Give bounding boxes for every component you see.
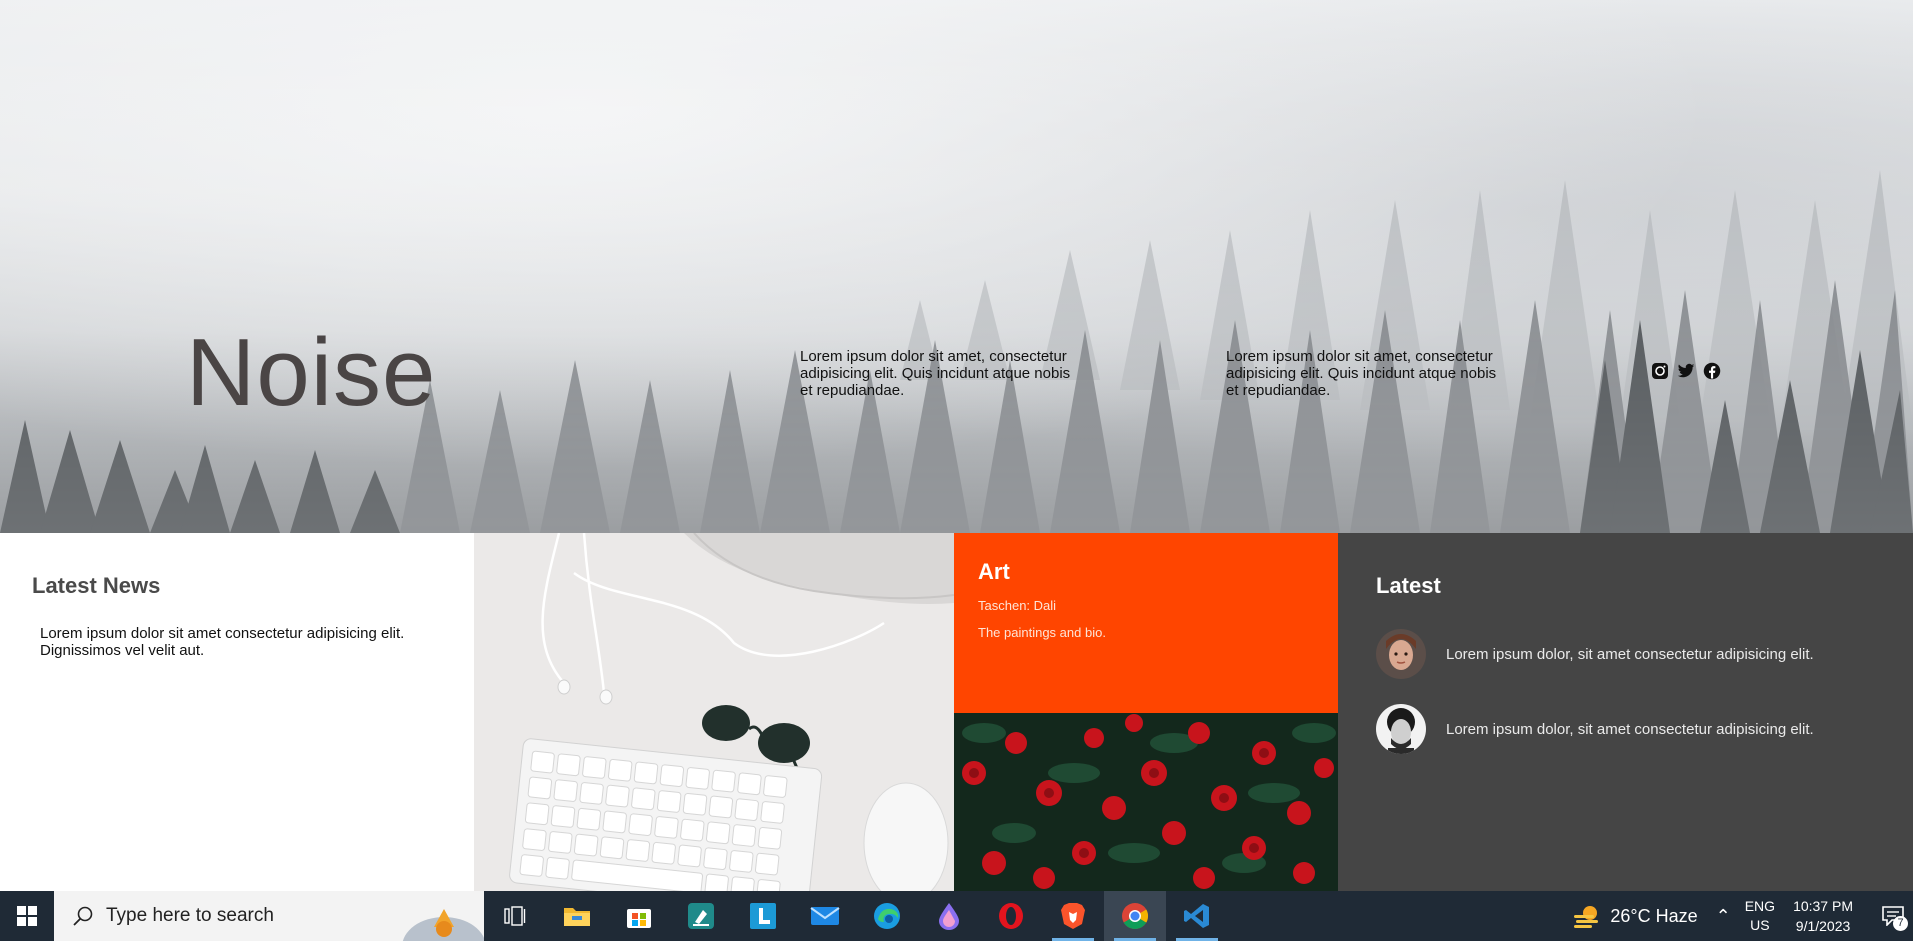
weather-text: 26°C Haze	[1610, 905, 1698, 926]
hero-text-2: Lorem ipsum dolor sit amet, consectetur …	[1226, 348, 1497, 399]
edge-icon	[874, 903, 900, 929]
taskbar-clock[interactable]: 10:37 PM 9/1/2023	[1793, 896, 1853, 936]
store-icon	[627, 909, 651, 928]
task-view-button[interactable]	[484, 891, 546, 941]
art-heading: Art	[978, 559, 1010, 584]
notification-badge: 7	[1893, 916, 1908, 931]
latest-item-text: Lorem ipsum dolor, sit amet consectetur …	[1446, 720, 1814, 738]
instagram-icon[interactable]	[1651, 362, 1669, 380]
clock-time: 10:37 PM	[1793, 898, 1853, 914]
haze-weather-icon	[1574, 906, 1599, 928]
desk-photo	[474, 533, 954, 891]
brave-button[interactable]	[1042, 891, 1104, 941]
latest-panel: Latest Lorem ipsum dolor, sit amet conse…	[1338, 533, 1913, 891]
art-meta: Taschen: Dali	[978, 598, 1057, 613]
avatar	[1376, 629, 1426, 679]
art-panel: Art Taschen: Dali The paintings and bio.	[954, 533, 1338, 713]
avatar	[1376, 704, 1426, 754]
chrome-icon	[1122, 903, 1149, 930]
mail-button[interactable]	[794, 891, 856, 941]
latest-item[interactable]: Lorem ipsum dolor, sit amet consectetur …	[1376, 704, 1814, 754]
opera-icon	[999, 903, 1023, 929]
app-button[interactable]	[670, 891, 732, 941]
search-icon	[73, 906, 93, 926]
file-explorer-button[interactable]	[546, 891, 608, 941]
paint-icon	[939, 903, 959, 930]
hero-text-1: Lorem ipsum dolor sit amet, consectetur …	[800, 348, 1071, 399]
roses-photo	[954, 713, 1338, 891]
forest-background-image	[0, 0, 1913, 533]
chrome-button[interactable]	[1104, 891, 1166, 941]
search-highlight-icon	[402, 909, 484, 941]
file-explorer-icon	[564, 908, 590, 926]
system-tray: 26°C Haze ⌃ ENG US 10:37 PM 9/1/2023 7	[1572, 891, 1913, 941]
windows-taskbar: Type here to search 26°C Haze ⌃ ENG US 1…	[0, 891, 1913, 941]
latest-item[interactable]: Lorem ipsum dolor, sit amet consectetur …	[1376, 629, 1814, 679]
latest-news-heading: Latest News	[32, 573, 161, 598]
vscode-icon	[1184, 904, 1209, 928]
l-app-icon	[750, 903, 776, 929]
hero-section: Noise Lorem ipsum dolor sit amet, consec…	[0, 0, 1913, 533]
site-title: Noise	[186, 319, 437, 426]
latest-news-panel: Latest News Lorem ipsum dolor sit amet c…	[0, 533, 474, 891]
facebook-icon[interactable]	[1703, 362, 1721, 380]
social-links	[1651, 362, 1721, 380]
l-app-button[interactable]	[732, 891, 794, 941]
brave-icon	[1061, 903, 1085, 929]
windows-logo-icon	[17, 906, 37, 926]
opera-button[interactable]	[980, 891, 1042, 941]
language-region: US	[1750, 917, 1770, 933]
clock-date: 9/1/2023	[1795, 918, 1851, 934]
art-description: The paintings and bio.	[978, 625, 1106, 640]
store-button[interactable]	[608, 891, 670, 941]
notification-center-button[interactable]: 7	[1873, 891, 1913, 941]
search-placeholder: Type here to search	[106, 905, 274, 926]
latest-item-text: Lorem ipsum dolor, sit amet consectetur …	[1446, 645, 1814, 663]
chevron-up-icon[interactable]: ⌃	[1716, 906, 1731, 927]
latest-news-text: Lorem ipsum dolor sit amet consectetur a…	[40, 625, 405, 659]
language-code: ENG	[1744, 898, 1776, 914]
app-icon	[688, 903, 714, 929]
start-button[interactable]	[0, 891, 54, 941]
vscode-button[interactable]	[1166, 891, 1228, 941]
language-indicator[interactable]: ENG US	[1745, 897, 1775, 935]
twitter-icon[interactable]	[1677, 362, 1695, 380]
task-view-icon	[504, 906, 526, 926]
edge-button[interactable]	[856, 891, 918, 941]
mail-icon	[810, 907, 840, 925]
weather-widget[interactable]: 26°C Haze	[1572, 903, 1698, 929]
latest-heading: Latest	[1376, 573, 1441, 598]
taskbar-search-box[interactable]: Type here to search	[54, 891, 484, 941]
paint-button[interactable]	[918, 891, 980, 941]
